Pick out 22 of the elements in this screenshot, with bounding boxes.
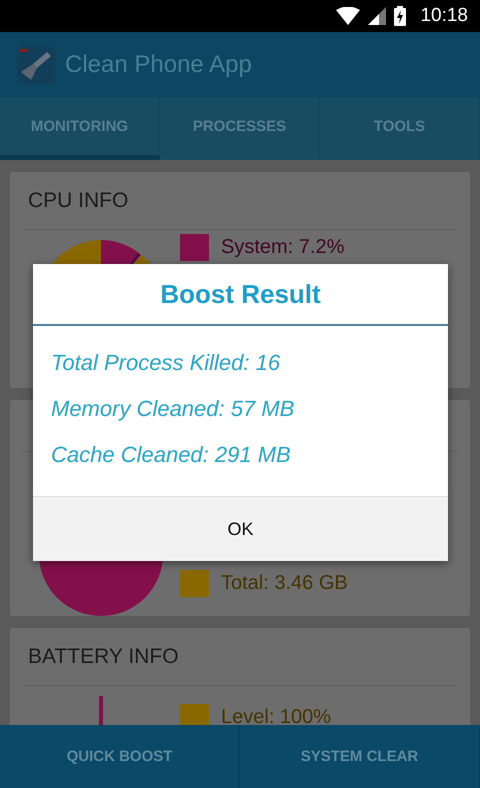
bar-button[interactable]: QUICK BOOST bbox=[0, 725, 240, 788]
wifi-icon bbox=[336, 7, 360, 25]
ok-button[interactable]: OK bbox=[33, 496, 448, 561]
bar-button[interactable]: SYSTEM CLEAR bbox=[240, 725, 480, 788]
dialog-title: Boost Result bbox=[33, 264, 448, 326]
tab[interactable]: MONITORING bbox=[0, 97, 160, 160]
card-title: BATTERY INFO bbox=[22, 628, 458, 686]
legend-label: Level: 100% bbox=[221, 706, 332, 725]
signal-icon bbox=[368, 7, 386, 25]
broom-icon bbox=[17, 46, 55, 84]
result-line: Memory Cleaned: 57 MB bbox=[51, 395, 296, 423]
result-line: Cache Cleaned: 291 MB bbox=[51, 441, 292, 469]
result-line: Total Process Killed: 16 bbox=[51, 349, 282, 377]
chart-line-drawing bbox=[99, 696, 103, 725]
legend-label: Total: 3.46 GB bbox=[221, 572, 348, 595]
clock-time: 10:18 bbox=[420, 5, 468, 27]
app-title: Clean Phone App bbox=[65, 50, 252, 78]
legend-label: System: 7.2% bbox=[221, 236, 344, 259]
tab[interactable]: PROCESSES bbox=[160, 97, 320, 160]
tab[interactable]: TOOLS bbox=[320, 97, 480, 160]
battery-charging-icon bbox=[394, 6, 406, 26]
card-title: CPU INFO bbox=[22, 172, 458, 230]
